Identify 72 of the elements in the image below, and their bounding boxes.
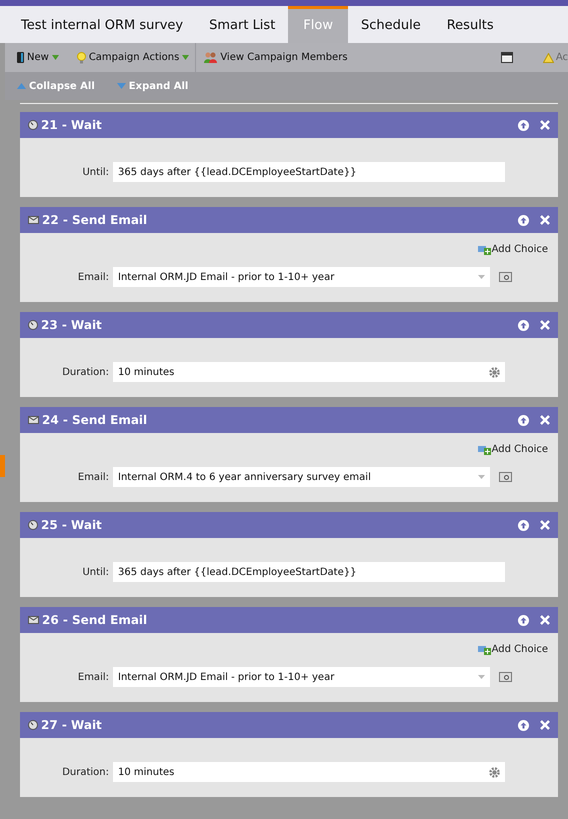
close-icon[interactable]: [540, 120, 550, 130]
tab[interactable]: Results: [434, 6, 507, 43]
people-icon: [204, 52, 218, 64]
add-choice-icon: [478, 444, 491, 455]
caret-icon: [52, 55, 59, 60]
tab[interactable]: Test internal ORM survey: [8, 6, 196, 43]
input-field[interactable]: 365 days after {{lead.DCEmployeeStartDate}}: [113, 562, 505, 582]
caret-icon: [182, 55, 190, 60]
input-field[interactable]: 10 minutes: [113, 362, 505, 382]
email-dropdown[interactable]: Internal ORM.JD Email - prior to 1-10+ year: [113, 267, 490, 287]
preview-icon[interactable]: [499, 672, 512, 682]
field-label: Duration:: [61, 366, 110, 380]
add-choice-button[interactable]: Add Choice: [478, 642, 548, 657]
triangle-down-icon: [116, 83, 126, 89]
move-up-icon[interactable]: [518, 120, 529, 130]
add-choice-button[interactable]: Add Choice: [478, 242, 548, 257]
move-up-icon[interactable]: [518, 520, 529, 530]
move-up-icon[interactable]: [518, 214, 529, 226]
move-up-icon[interactable]: [518, 414, 529, 426]
book-icon: [17, 52, 24, 63]
clock-icon: [28, 720, 38, 730]
email-dropdown[interactable]: Internal ORM.4 to 6 year anniversary survey email: [113, 467, 490, 487]
field-label: Email:: [76, 270, 110, 284]
close-icon[interactable]: [540, 415, 550, 425]
tab[interactable]: Smart List: [196, 6, 288, 43]
caret-icon: [478, 275, 485, 279]
close-icon[interactable]: [540, 720, 550, 730]
gear-icon: [489, 766, 500, 778]
step-title: 21 - Wait: [41, 117, 102, 134]
close-icon[interactable]: [540, 215, 550, 225]
step-title: 25 - Wait: [41, 517, 102, 534]
tab[interactable]: Schedule: [348, 6, 434, 43]
step-title: 23 - Wait: [41, 317, 102, 334]
input-field[interactable]: 10 minutes: [113, 762, 505, 782]
new-button[interactable]: New: [5, 43, 71, 72]
envelope-icon: [28, 616, 39, 624]
step-title: 27 - Wait: [41, 717, 102, 734]
selection-marker: [0, 455, 5, 477]
clock-icon: [28, 520, 38, 530]
field-label: Email:: [76, 470, 110, 484]
caret-icon: [478, 475, 485, 479]
move-up-icon[interactable]: [518, 614, 529, 626]
field-label: Duration:: [61, 766, 110, 780]
email-dropdown[interactable]: Internal ORM.JD Email - prior to 1-10+ year: [113, 667, 490, 687]
window-icon[interactable]: [500, 52, 513, 63]
step-title: 22 - Send Email: [42, 212, 148, 229]
lightbulb-icon: [76, 52, 86, 64]
close-icon[interactable]: [540, 520, 550, 530]
caret-icon: [478, 675, 485, 679]
step-title: 24 - Send Email: [42, 412, 148, 429]
move-up-icon[interactable]: [518, 320, 529, 330]
input-field[interactable]: 365 days after {{lead.DCEmployeeStartDate}}: [113, 162, 505, 182]
triangle-up-icon: [17, 83, 26, 89]
warning-icon: [542, 52, 554, 62]
add-choice-icon: [478, 244, 491, 255]
move-up-icon[interactable]: [518, 720, 529, 730]
close-icon[interactable]: [540, 320, 550, 330]
view-campaign-members-button[interactable]: View Campaign Members: [196, 43, 356, 72]
field-label: Email:: [76, 670, 110, 684]
preview-icon[interactable]: [499, 272, 512, 282]
gear-icon: [489, 366, 500, 378]
add-choice-button[interactable]: Add Choice: [478, 442, 548, 457]
close-icon[interactable]: [540, 615, 550, 625]
step-title: 26 - Send Email: [42, 612, 148, 629]
preview-icon[interactable]: [499, 472, 512, 482]
envelope-icon: [28, 416, 39, 424]
field-label: Until:: [81, 566, 110, 580]
clock-icon: [28, 120, 38, 130]
envelope-icon: [28, 216, 39, 224]
clock-icon: [28, 320, 38, 330]
add-choice-icon: [478, 644, 491, 655]
field-label: Until:: [81, 166, 110, 180]
